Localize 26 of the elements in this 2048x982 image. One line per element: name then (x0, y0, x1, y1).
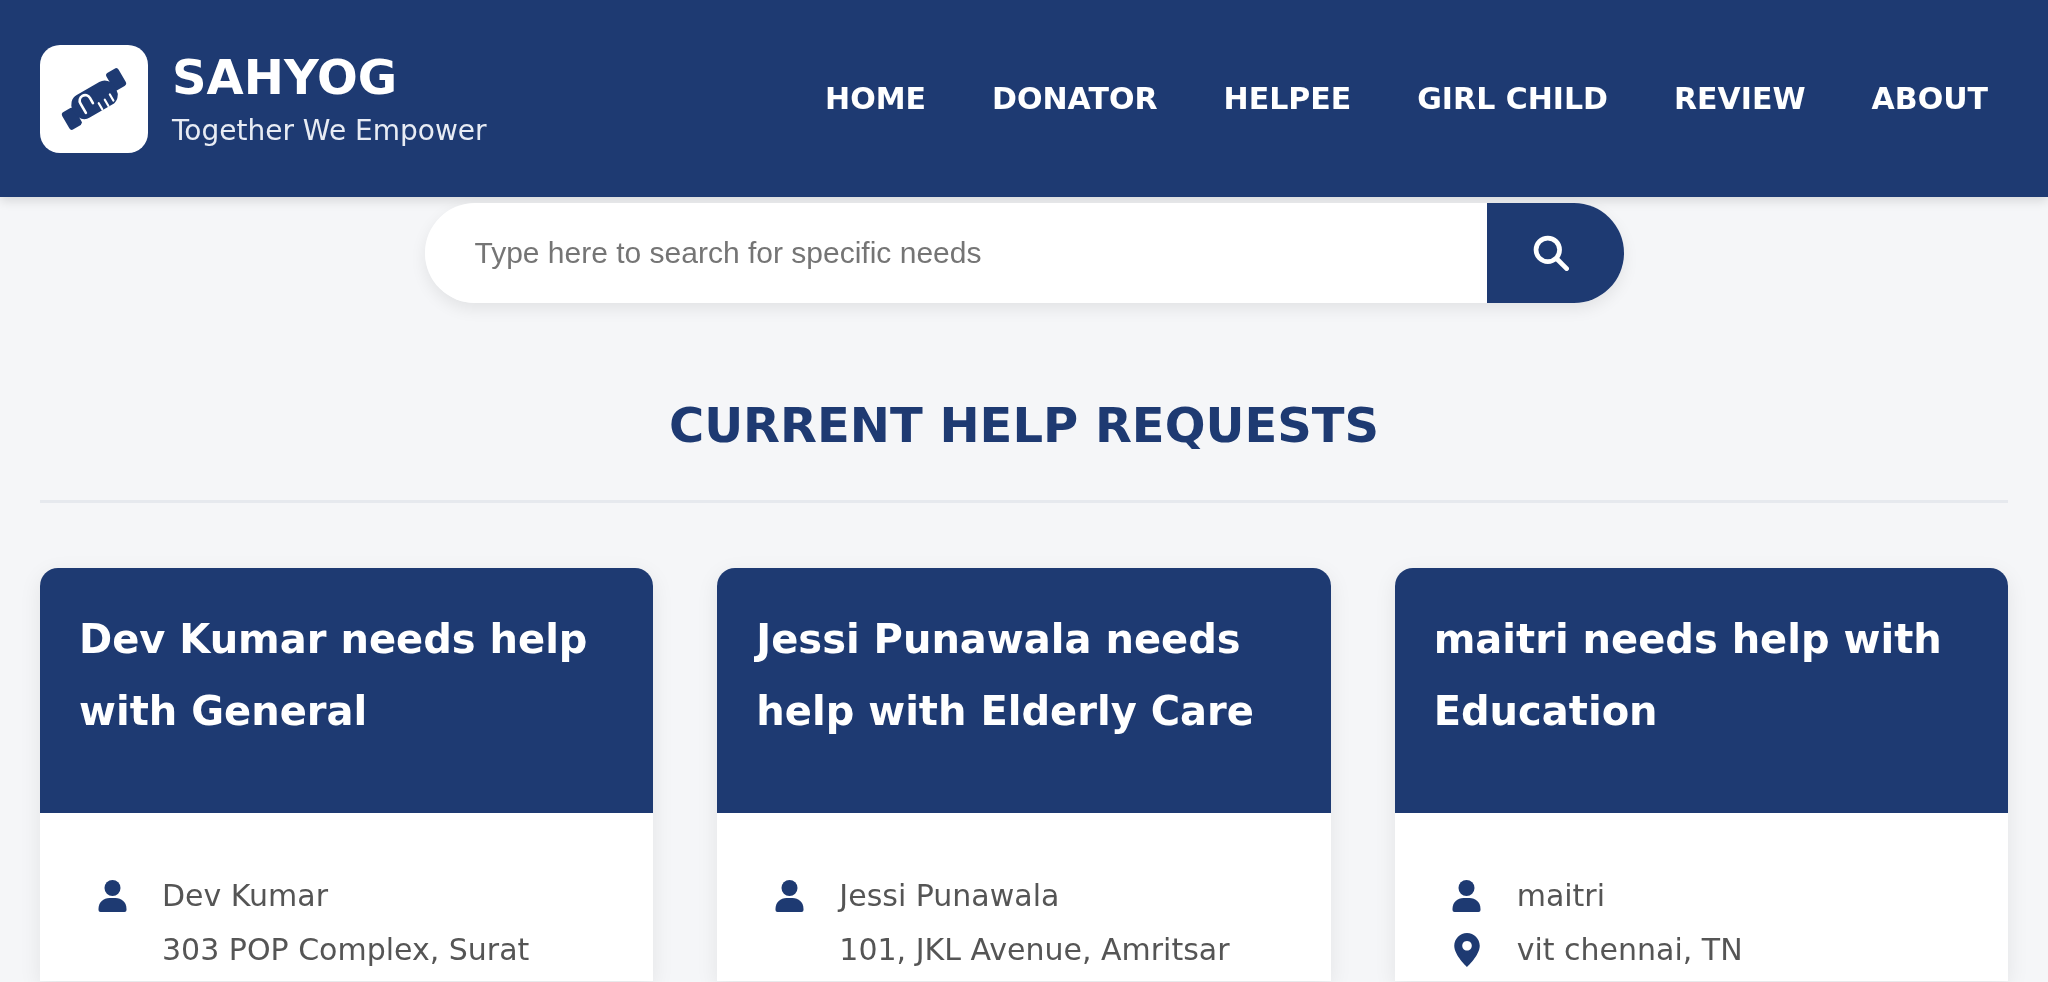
card-title: maitri needs help with Education (1433, 615, 1943, 736)
requester-name: Dev Kumar (162, 877, 328, 915)
nav-link[interactable]: DONATOR (992, 78, 1158, 119)
nav-link[interactable]: HELPEE (1223, 78, 1352, 119)
nav-link[interactable]: REVIEW (1674, 78, 1806, 119)
brand-name: SAHYOG (172, 48, 399, 105)
location-pin-icon (1453, 933, 1480, 967)
search-field[interactable]: Type here to search for specific needs (424, 203, 1487, 303)
person-icon (97, 880, 127, 912)
card-title: Jessi Punawala needs help with Elderly Care (756, 615, 1255, 736)
card-title: Dev Kumar needs help with General (79, 615, 589, 736)
address-text: vit chennai, TN (1516, 931, 1743, 969)
handshake-icon (40, 44, 148, 153)
search-icon (1533, 235, 1569, 271)
requester-name: Jessi Punawala (839, 877, 1060, 915)
search-button[interactable] (1486, 203, 1624, 303)
brand-tagline: Together We Empower (172, 112, 487, 149)
nav-link[interactable]: ABOUT (1871, 78, 1988, 119)
nav-link[interactable]: HOME (825, 78, 927, 119)
requester-name: maitri (1516, 877, 1606, 915)
section-heading: CURRENT HELP REQUESTS (667, 396, 1381, 455)
address-text: 101, JKL Avenue, Amritsar (839, 931, 1230, 969)
person-icon (774, 880, 804, 912)
person-icon (1452, 880, 1482, 912)
nav-link[interactable]: GIRL CHILD (1417, 78, 1608, 119)
address-text: 303 POP Complex, Surat (162, 931, 530, 969)
